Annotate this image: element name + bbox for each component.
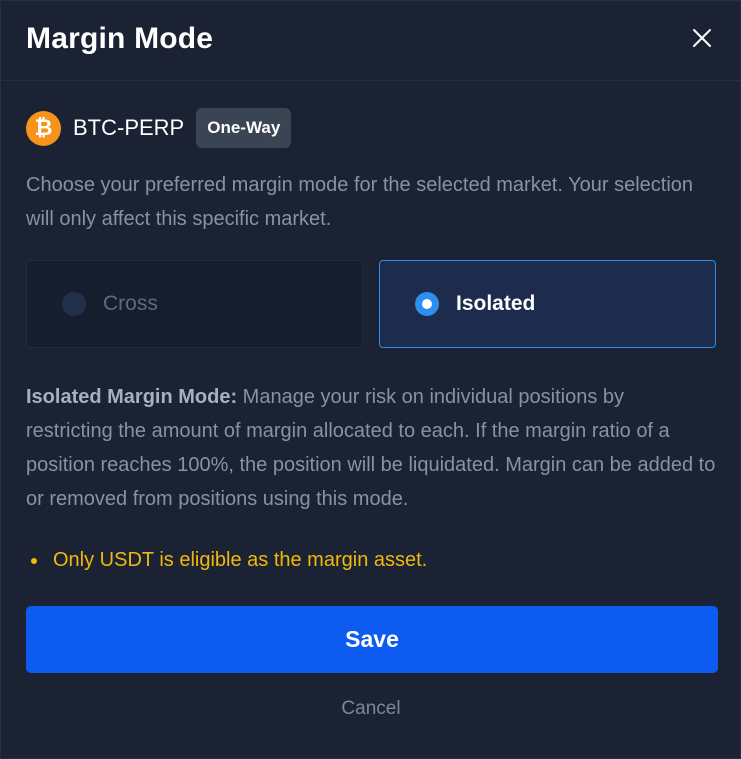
isolated-option[interactable]: Isolated: [379, 260, 716, 348]
modal-header: Margin Mode: [1, 1, 740, 81]
cross-label: Cross: [103, 292, 158, 315]
note-text: Only USDT is eligible as the margin asse…: [53, 549, 428, 571]
close-button[interactable]: [688, 24, 716, 52]
close-icon: [693, 28, 711, 47]
save-button[interactable]: Save: [26, 606, 718, 673]
market-row: ₿ BTC-PERP One-Way: [26, 108, 716, 148]
modal-title: Margin Mode: [26, 21, 214, 55]
cancel-button[interactable]: Cancel: [26, 698, 716, 720]
market-name: BTC-PERP: [73, 115, 185, 140]
mode-info: Isolated Margin Mode: Manage your risk o…: [26, 380, 716, 516]
isolated-radio[interactable]: [415, 292, 439, 316]
cross-option[interactable]: Cross: [26, 260, 363, 348]
bullet-icon: [31, 557, 37, 564]
mode-info-heading: Isolated Margin Mode:: [26, 386, 238, 408]
modal-body: ₿ BTC-PERP One-Way Choose your preferred…: [1, 108, 740, 720]
bitcoin-icon: ₿: [26, 110, 61, 146]
description: Choose your preferred margin mode for th…: [26, 174, 694, 230]
cross-radio[interactable]: [62, 292, 86, 316]
margin-asset-note: Only USDT is eligible as the margin asse…: [26, 549, 716, 572]
isolated-label: Isolated: [456, 292, 536, 315]
margin-mode-modal: Margin Mode ₿ BTC-PERP One-Way Choose yo…: [0, 0, 741, 759]
position-mode-badge: One-Way: [196, 108, 292, 148]
margin-mode-options: Cross Isolated: [26, 260, 716, 348]
